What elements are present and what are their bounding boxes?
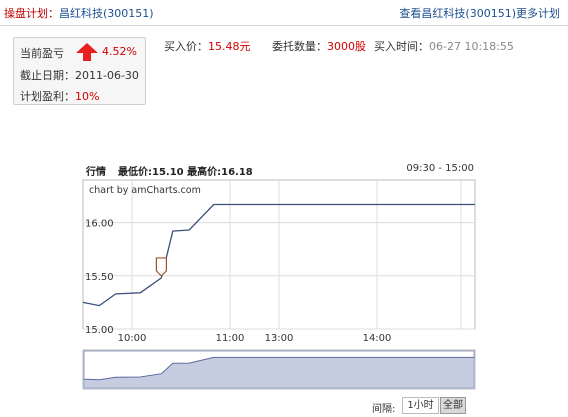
trading-hours: 09:30 - 15:00 <box>406 163 474 174</box>
up-arrow-icon <box>76 43 98 61</box>
plan-label: 操盘计划： <box>4 7 59 20</box>
target-label: 计划盈利： <box>20 90 75 103</box>
plan-title: 操盘计划：昌红科技(300151) <box>4 5 154 21</box>
deadline-label: 截止日期： <box>20 69 75 82</box>
chart-range: 最低价:15.10 最高价:16.18 <box>118 167 253 178</box>
buy-price-value: 15.48元 <box>208 40 251 53</box>
summary-box: 当前盈亏 4.52% 截止日期：2011-06-30 计划盈利：10% <box>13 37 146 105</box>
chart-title: 行情 <box>86 167 106 178</box>
price-chart[interactable]: 10:00 11:00 13:00 14:00 15.00 15.50 16.00 chart… <box>82 179 476 391</box>
interval-1h-button[interactable]: 1小时 <box>402 397 439 414</box>
qty-label: 委托数量： <box>272 40 327 53</box>
interval-all-button[interactable]: 全部 <box>440 397 466 414</box>
top-bar: 操盘计划：昌红科技(300151) 查看昌红科技(300151)更多计划 <box>0 0 568 26</box>
stock-link[interactable]: 昌红科技(300151) <box>59 7 154 20</box>
x-tick-label: 14:00 <box>363 333 392 344</box>
chart-header: 行情 最低价:15.10 最高价:16.18 09:30 - 15:00 <box>82 159 476 179</box>
deadline-row: 截止日期：2011-06-30 <box>20 67 139 83</box>
buy-time: 买入时间：06-27 10:18:55 <box>374 38 514 54</box>
more-plans-link[interactable]: 查看昌红科技(300151)更多计划 <box>399 5 560 21</box>
target-value: 10% <box>75 90 100 103</box>
time-value: 06-27 10:18:55 <box>429 40 514 53</box>
y-tick-label: 15.00 <box>85 325 114 336</box>
pl-label: 当前盈亏 <box>20 47 64 60</box>
y-tick-label: 16.00 <box>85 219 114 230</box>
pl-value: 4.52% <box>102 45 137 58</box>
deadline-value: 2011-06-30 <box>75 69 139 82</box>
target-row: 计划盈利：10% <box>20 88 99 104</box>
x-tick-label: 10:00 <box>118 333 147 344</box>
buy-price-label: 买入价： <box>164 40 208 53</box>
y-tick-label: 15.50 <box>85 272 114 283</box>
buy-price: 买入价：15.48元 <box>164 38 251 54</box>
interval-label: 间隔: <box>372 404 396 415</box>
time-label: 买入时间： <box>374 40 429 53</box>
x-tick-label: 13:00 <box>265 333 294 344</box>
price-chart-panel: 行情 最低价:15.10 最高价:16.18 09:30 - 15:00 10:… <box>82 159 476 391</box>
x-tick-label: 11:00 <box>216 333 245 344</box>
chart-credit: chart by amCharts.com <box>89 185 201 196</box>
order-quantity: 委托数量：3000股 <box>272 38 366 54</box>
buy-marker-icon[interactable] <box>155 257 167 277</box>
qty-value: 3000股 <box>327 40 366 53</box>
